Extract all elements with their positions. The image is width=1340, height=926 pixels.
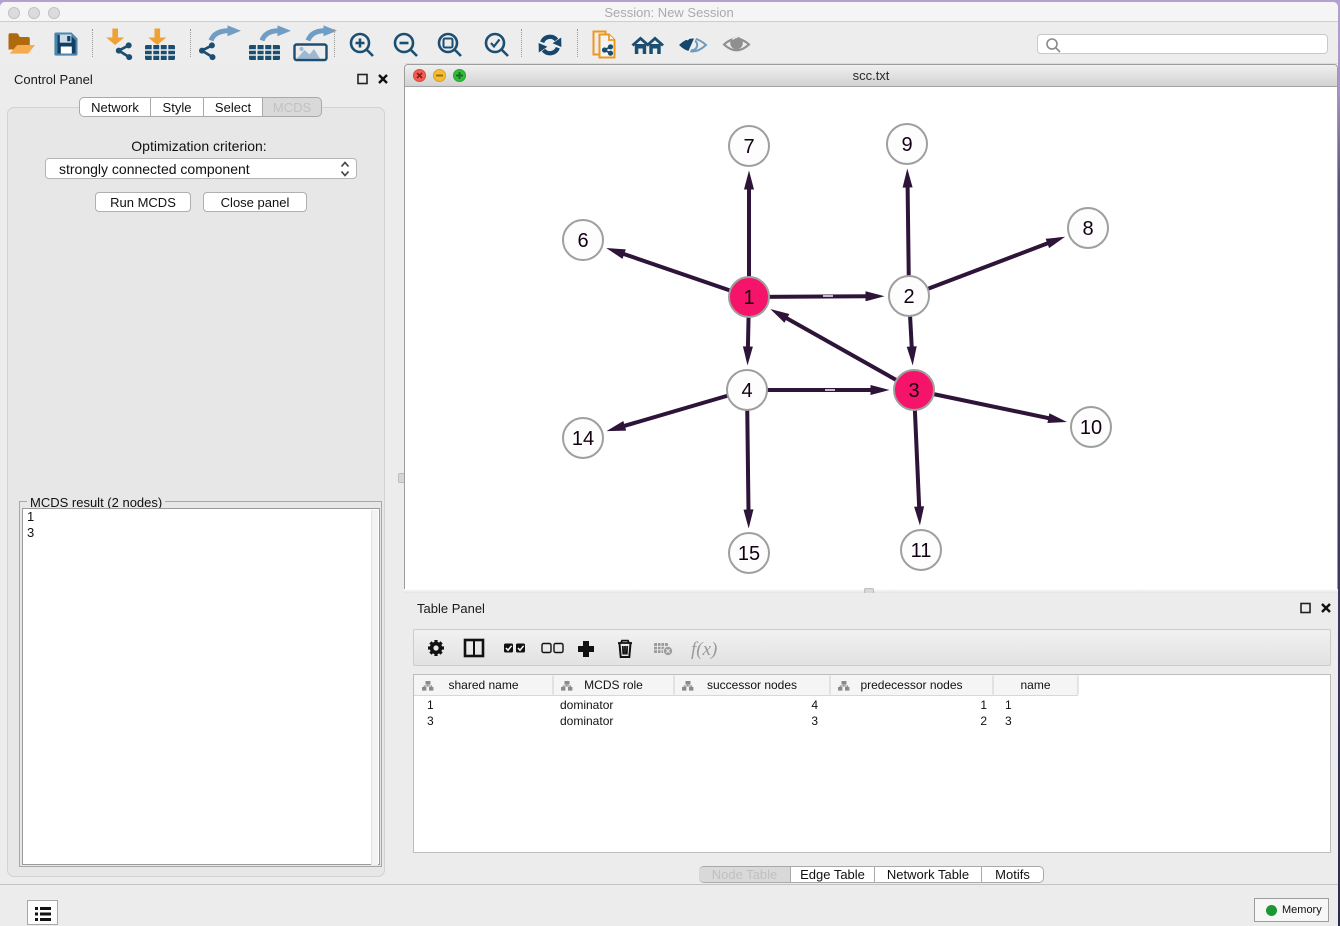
svg-text:dominator: dominator [560, 714, 613, 728]
svg-text:f(x): f(x) [691, 639, 717, 660]
svg-text:shared name: shared name [448, 678, 518, 692]
svg-text:2: 2 [980, 714, 987, 728]
svg-text:14: 14 [572, 428, 594, 450]
svg-text:1: 1 [743, 287, 754, 309]
svg-text:1: 1 [427, 698, 434, 712]
svg-text:3: 3 [1005, 714, 1012, 728]
svg-text:3: 3 [908, 380, 919, 402]
svg-text:8: 8 [1082, 218, 1093, 240]
svg-text:dominator: dominator [560, 698, 613, 712]
svg-text:4: 4 [811, 698, 818, 712]
svg-text:3: 3 [427, 714, 434, 728]
svg-text:2: 2 [903, 286, 914, 308]
svg-text:successor nodes: successor nodes [707, 678, 797, 692]
svg-text:predecessor nodes: predecessor nodes [860, 678, 962, 692]
svg-text:7: 7 [743, 136, 754, 158]
svg-text:MCDS role: MCDS role [584, 678, 643, 692]
svg-text:11: 11 [911, 540, 932, 562]
svg-text:4: 4 [741, 380, 752, 402]
svg-text:1: 1 [980, 698, 987, 712]
svg-text:9: 9 [901, 134, 912, 156]
svg-text:3: 3 [811, 714, 818, 728]
svg-text:1: 1 [1005, 698, 1012, 712]
svg-text:10: 10 [1080, 417, 1102, 439]
svg-text:name: name [1020, 678, 1050, 692]
svg-text:15: 15 [738, 543, 760, 565]
svg-text:6: 6 [577, 230, 588, 252]
